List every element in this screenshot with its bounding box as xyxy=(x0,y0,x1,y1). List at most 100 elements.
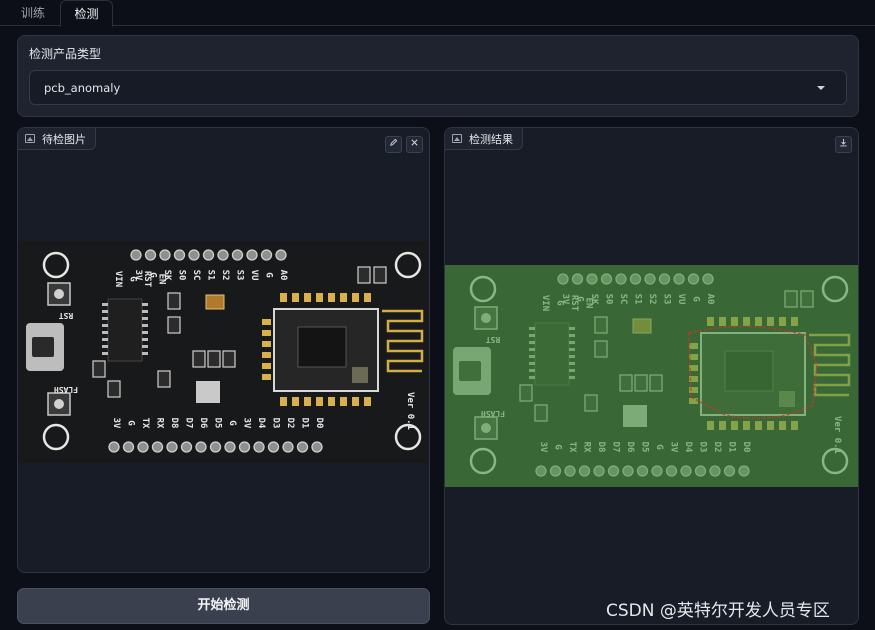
pin-label: 3V xyxy=(111,418,121,429)
product-type-panel: 检测产品类型 pcb_anomaly xyxy=(17,35,859,117)
module-pad xyxy=(364,293,371,302)
pin-label: D1 xyxy=(300,418,310,429)
chip-leg xyxy=(102,324,108,327)
pin-label: G xyxy=(264,272,274,277)
chip-leg xyxy=(102,310,108,313)
header-pin xyxy=(188,249,200,261)
module-pad xyxy=(328,397,335,406)
header-pin xyxy=(173,249,186,261)
product-type-dropdown[interactable]: pcb_anomaly xyxy=(29,70,847,105)
header-pin xyxy=(253,441,265,453)
input-image-badge: 待检图片 xyxy=(18,128,96,150)
pin-label: RST xyxy=(142,271,152,288)
module-pad xyxy=(316,293,323,302)
module-pad xyxy=(292,293,299,302)
smd-component xyxy=(373,266,387,284)
smd-component xyxy=(157,370,171,388)
chip-leg xyxy=(102,331,108,334)
module-pad xyxy=(316,397,323,406)
tab-detect[interactable]: 检测 xyxy=(60,0,113,27)
version-label: Ver 0.1 xyxy=(405,392,415,430)
pin-label: D2 xyxy=(285,418,295,429)
pin-label: SC xyxy=(191,270,201,281)
header-pin xyxy=(238,441,251,453)
module-pad xyxy=(328,293,335,302)
header-pin xyxy=(130,249,142,261)
header-pin xyxy=(195,441,207,453)
module-pad xyxy=(340,293,347,302)
pin-label: S3 xyxy=(235,270,245,281)
pin-label: A0 xyxy=(278,270,288,281)
pin-label: S0 xyxy=(177,270,187,281)
smd-component xyxy=(207,350,221,368)
tab-train[interactable]: 训练 xyxy=(8,0,58,27)
edit-button[interactable] xyxy=(385,136,402,153)
module-pad xyxy=(304,397,311,406)
button-cap xyxy=(54,289,64,299)
rst-label: RST xyxy=(59,311,74,320)
pin-label: S1 xyxy=(206,270,216,281)
clear-button[interactable] xyxy=(406,136,423,153)
header-pin xyxy=(217,249,229,261)
regulator xyxy=(196,381,220,403)
pin-label: EN xyxy=(157,274,167,285)
crystal xyxy=(352,367,368,383)
pin-label: VIN xyxy=(113,271,123,287)
pin-label: G xyxy=(126,420,136,425)
esp-chip xyxy=(297,326,347,368)
chip-leg xyxy=(142,338,148,341)
caret-down-icon xyxy=(817,86,825,90)
chip-leg xyxy=(142,331,148,334)
header-pin xyxy=(159,249,171,261)
module-pad xyxy=(352,397,359,406)
pcb-antenna xyxy=(382,309,424,373)
result-image-panel: 检测结果 3VGSKS0SCS1S2S3VUGA0VINGRSTEN3VGTXR… xyxy=(444,127,859,625)
header-pin xyxy=(260,249,273,261)
module-pad xyxy=(262,330,271,336)
pin-label: RX xyxy=(155,418,165,429)
pin-label: TX xyxy=(140,418,150,429)
chip-leg xyxy=(102,352,108,355)
module-pad xyxy=(292,397,299,406)
pin-label: D7 xyxy=(184,418,194,429)
module-pad xyxy=(340,397,347,406)
watermark: CSDN @英特尔开发人员专区 xyxy=(606,601,830,621)
button-cap xyxy=(54,399,64,409)
download-button[interactable] xyxy=(835,136,852,153)
header-pin xyxy=(202,249,215,261)
header-pin xyxy=(209,441,222,453)
header-pin xyxy=(144,249,157,261)
product-type-value: pcb_anomaly xyxy=(44,81,121,95)
image-icon xyxy=(452,134,462,143)
header-pin xyxy=(108,441,120,453)
usb-port xyxy=(32,337,54,357)
pin-label: D6 xyxy=(198,418,208,429)
pin-label: D4 xyxy=(256,418,266,429)
module-pad xyxy=(280,397,287,406)
module-pad xyxy=(280,293,287,302)
smd-component xyxy=(92,360,106,378)
module-pad xyxy=(352,293,359,302)
flash-label: FLASH xyxy=(54,385,78,394)
header-pin xyxy=(275,249,287,261)
image-icon xyxy=(25,134,35,143)
chip-leg xyxy=(142,317,148,320)
result-image-label: 检测结果 xyxy=(469,132,513,146)
header-pin xyxy=(224,441,236,453)
pin-label: G xyxy=(227,420,237,425)
header-pin xyxy=(231,249,244,261)
product-type-label: 检测产品类型 xyxy=(29,47,102,61)
module-pad xyxy=(304,293,311,302)
header-pin xyxy=(151,441,164,453)
start-detection-button[interactable]: 开始检测 xyxy=(17,588,430,624)
smd-component xyxy=(167,292,181,310)
smd-component xyxy=(167,316,181,334)
close-icon xyxy=(411,139,418,146)
header-pin xyxy=(311,441,323,453)
header-pin xyxy=(296,441,309,453)
pin-label: D0 xyxy=(314,418,324,429)
uart-chip xyxy=(107,298,143,362)
chip-leg xyxy=(102,317,108,320)
smd-component xyxy=(192,350,206,368)
header-pin xyxy=(282,441,294,453)
